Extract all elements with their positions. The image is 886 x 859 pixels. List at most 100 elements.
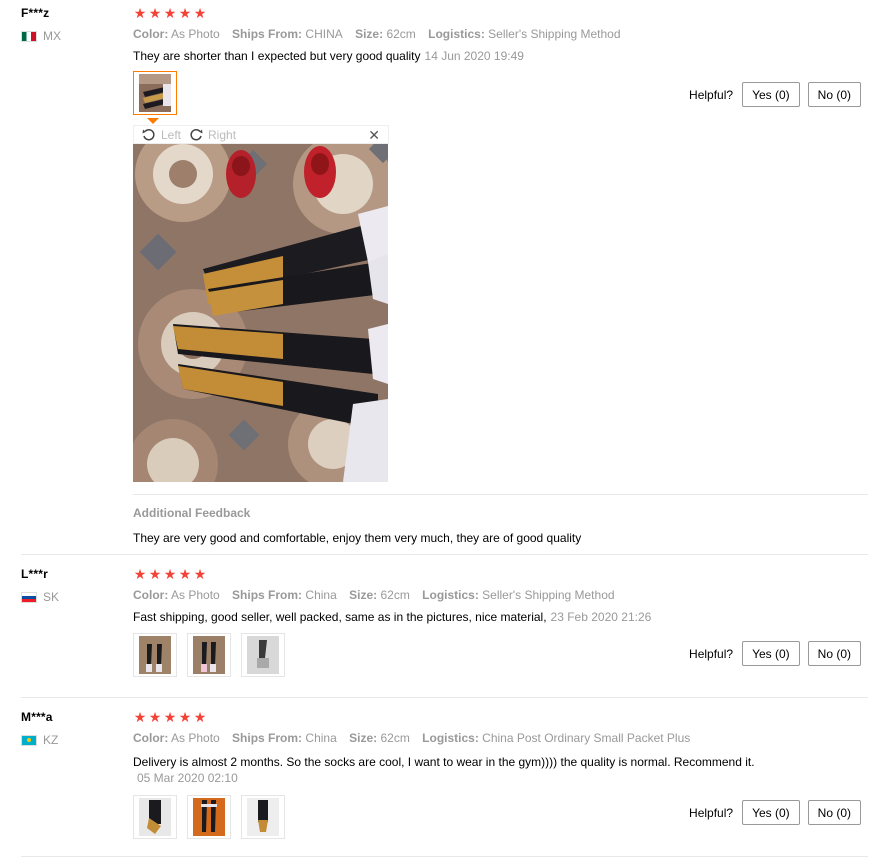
review-photo-thumb[interactable] (241, 633, 285, 677)
product-attributes: Color: As Photo Ships From: China Size: … (133, 588, 868, 602)
size-value: 62cm (380, 731, 410, 745)
review-photo-thumb[interactable] (187, 795, 231, 839)
logistics-value: Seller's Shipping Method (482, 588, 615, 602)
rotate-right-label: Right (208, 127, 237, 142)
star-icon: ★ (133, 709, 147, 725)
review-text-row: Fast shipping, good seller, well packed,… (133, 609, 868, 625)
review-photo-thumb[interactable] (133, 633, 177, 677)
review-text: They are shorter than I expected but ver… (133, 49, 421, 63)
socks-photo (247, 636, 279, 674)
color-value: As Photo (171, 588, 220, 602)
color-label: Color: (133, 731, 169, 745)
helpful-yes-button[interactable]: Yes (0) (742, 82, 800, 107)
divider (133, 494, 868, 495)
helpful-label: Helpful? (689, 87, 734, 102)
star-icon: ★ (178, 5, 192, 21)
rotate-left-icon (142, 128, 155, 140)
helpful-label: Helpful? (689, 646, 734, 661)
kazakhstan-flag-icon (21, 734, 37, 746)
helpful-vote: Helpful? Yes (0) No (0) (689, 800, 861, 825)
rotate-right-button[interactable]: Right (189, 128, 236, 142)
star-rating: ★ ★ ★ ★ ★ (133, 710, 868, 724)
review-photo-thumb[interactable] (133, 795, 177, 839)
reviewer-country: MX (21, 29, 121, 43)
review-photo-thumb[interactable] (241, 795, 285, 839)
reviewer-name: L***r (21, 567, 49, 581)
star-icon: ★ (178, 566, 192, 582)
helpful-yes-button[interactable]: Yes (0) (742, 641, 800, 666)
product-attributes: Color: As Photo Ships From: China Size: … (133, 731, 868, 745)
helpful-yes-button[interactable]: Yes (0) (742, 800, 800, 825)
ships-from-label: Ships From: (232, 731, 303, 745)
star-icon: ★ (148, 709, 162, 725)
review-divider (21, 554, 868, 555)
rotate-left-label: Left (161, 127, 182, 142)
star-icon: ★ (163, 709, 177, 725)
review-text-row: They are shorter than I expected but ver… (133, 48, 868, 64)
country-code: KZ (43, 733, 59, 747)
review-divider (21, 856, 868, 857)
logistics-label: Logistics: (428, 27, 485, 41)
review-date: 23 Feb 2020 21:26 (550, 610, 652, 624)
slovakia-flag-icon (21, 591, 37, 603)
helpful-label: Helpful? (689, 805, 734, 820)
reviewer-country: KZ (21, 733, 121, 747)
enlarged-review-photo (133, 144, 388, 482)
star-icon: ★ (163, 566, 177, 582)
logistics-label: Logistics: (422, 588, 479, 602)
star-icon: ★ (163, 5, 177, 21)
logistics-value: Seller's Shipping Method (488, 27, 621, 41)
review-text: Delivery is almost 2 months. So the sock… (133, 755, 755, 769)
socks-photo (139, 636, 171, 674)
star-rating: ★ ★ ★ ★ ★ (133, 6, 868, 20)
star-rating: ★ ★ ★ ★ ★ (133, 567, 868, 581)
color-label: Color: (133, 588, 169, 602)
size-value: 62cm (380, 588, 410, 602)
review-date: 05 Mar 2020 02:10 (137, 771, 238, 785)
socks-photo (139, 74, 171, 112)
size-value: 62cm (386, 27, 416, 41)
reviewer-info: F***z MX (21, 6, 121, 43)
country-code: SK (43, 590, 60, 604)
rotate-left-button[interactable]: Left (142, 128, 181, 142)
close-icon[interactable]: ✕ (368, 126, 380, 144)
mexico-flag-icon (21, 30, 37, 42)
review-date: 14 Jun 2020 19:49 (424, 49, 524, 63)
reviewer-name: M***a (21, 710, 53, 724)
star-icon: ★ (193, 566, 207, 582)
ships-from-label: Ships From: (232, 588, 303, 602)
review-text: Fast shipping, good seller, well packed,… (133, 610, 547, 624)
review-divider (21, 697, 868, 698)
star-icon: ★ (193, 709, 207, 725)
photo-viewer-toolbar: Left Right ✕ (133, 125, 389, 144)
review-photo-thumb[interactable] (187, 633, 231, 677)
star-icon: ★ (178, 709, 192, 725)
socks-photo (193, 636, 225, 674)
helpful-vote: Helpful? Yes (0) No (0) (689, 641, 861, 666)
country-code: MX (43, 29, 61, 43)
reviewer-country: SK (21, 590, 121, 604)
size-label: Size: (349, 588, 378, 602)
star-icon: ★ (193, 5, 207, 21)
helpful-vote: Helpful? Yes (0) No (0) (689, 82, 861, 107)
helpful-no-button[interactable]: No (0) (807, 641, 861, 666)
star-icon: ★ (148, 566, 162, 582)
ships-from-value: China (305, 588, 337, 602)
helpful-no-button[interactable]: No (0) (807, 82, 861, 107)
ships-from-value: China (305, 731, 337, 745)
socks-photo (247, 798, 279, 836)
star-icon: ★ (133, 566, 147, 582)
additional-feedback-text: They are very good and comfortable, enjo… (133, 531, 582, 545)
review-text-row: Delivery is almost 2 months. So the sock… (133, 754, 868, 786)
review-photo-thumb[interactable] (133, 71, 177, 115)
star-icon: ★ (148, 5, 162, 21)
reviewer-name: F***z (21, 6, 50, 20)
color-value: As Photo (171, 731, 220, 745)
helpful-no-button[interactable]: No (0) (807, 800, 861, 825)
color-value: As Photo (171, 27, 220, 41)
star-icon: ★ (133, 5, 147, 21)
color-label: Color: (133, 27, 169, 41)
product-attributes: Color: As Photo Ships From: CHINA Size: … (133, 27, 868, 41)
socks-photo (193, 798, 225, 836)
logistics-label: Logistics: (422, 731, 479, 745)
